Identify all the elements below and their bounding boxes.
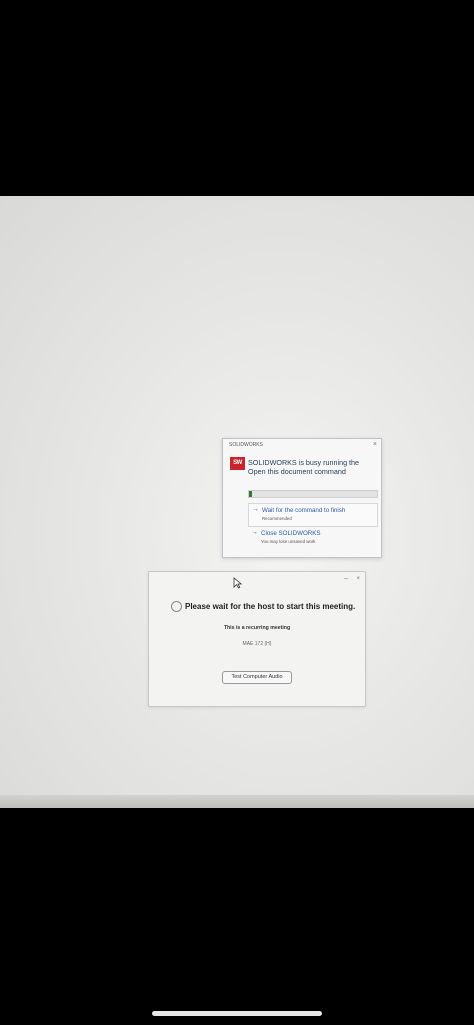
test-computer-audio-button[interactable]: Test Computer Audio bbox=[222, 671, 292, 684]
arrow-right-icon: → bbox=[252, 506, 259, 513]
solidworks-logo-icon: SW bbox=[230, 457, 245, 470]
progress-bar bbox=[248, 490, 378, 498]
option-label: Close SOLIDWORKS bbox=[261, 530, 321, 537]
option-sublabel: Recommended bbox=[262, 516, 292, 521]
cursor-arrow-icon bbox=[233, 577, 243, 589]
recurring-meeting-text: This is a recurring meeting bbox=[223, 625, 291, 631]
close-icon[interactable]: × bbox=[373, 441, 377, 448]
home-indicator[interactable] bbox=[152, 1011, 322, 1016]
close-icon[interactable]: × bbox=[356, 576, 360, 582]
dialog-title: SOLIDWORKS bbox=[229, 442, 263, 448]
loading-spinner-icon bbox=[171, 601, 182, 612]
wait-for-command-option[interactable]: → Wait for the command to finish Recomme… bbox=[248, 503, 378, 527]
meeting-waiting-dialog: – × Please wait for the host to start th… bbox=[148, 571, 366, 707]
minimize-icon[interactable]: – bbox=[344, 575, 348, 582]
busy-message: SOLIDWORKS is busy running the Open this… bbox=[248, 458, 360, 476]
option-label: Wait for the command to finish bbox=[262, 507, 346, 514]
waiting-heading: Please wait for the host to start this m… bbox=[185, 602, 356, 611]
meeting-name: MAE 172 (H) bbox=[242, 641, 272, 647]
solidworks-busy-dialog: SOLIDWORKS × SW SOLIDWORKS is busy runni… bbox=[222, 438, 382, 558]
arrow-right-icon: → bbox=[251, 529, 258, 536]
option-sublabel: You may lose unsaved work bbox=[261, 539, 316, 544]
progress-fill bbox=[249, 491, 252, 497]
close-solidworks-option[interactable]: → Close SOLIDWORKS You may lose unsaved … bbox=[248, 527, 376, 549]
monitor-bezel-edge bbox=[0, 795, 474, 808]
